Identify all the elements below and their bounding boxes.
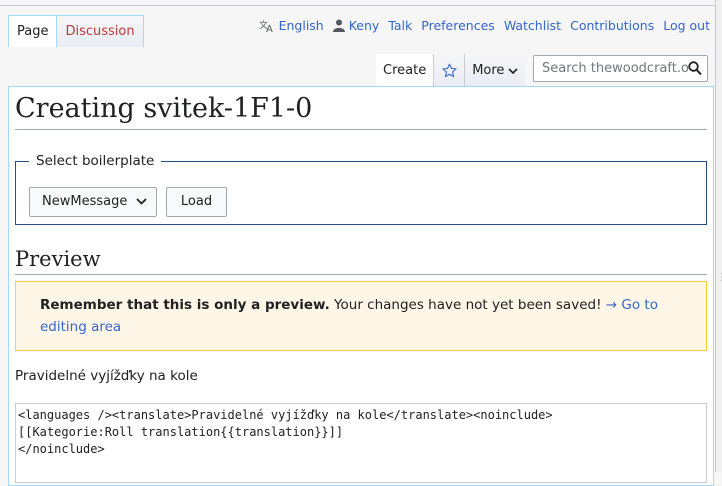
- boilerplate-legend: Select boilerplate: [36, 153, 155, 169]
- browser-top-edge: [0, 0, 722, 8]
- translate-icon: 文 A: [259, 19, 273, 33]
- tab-page[interactable]: Page: [8, 15, 58, 47]
- namespace-tabs: Page Discussion: [8, 15, 144, 47]
- preview-warning: Remember that this is only a preview. Yo…: [15, 281, 707, 351]
- load-button[interactable]: Load: [166, 187, 227, 217]
- star-icon: [442, 63, 457, 78]
- logout-link[interactable]: Log out: [663, 18, 710, 33]
- more-label: More: [472, 63, 505, 78]
- tab-create[interactable]: Create: [376, 54, 434, 87]
- search-input[interactable]: [540, 60, 692, 77]
- boilerplate-selected-value: NewMessage: [42, 194, 128, 209]
- chevron-down-icon: [136, 198, 147, 205]
- svg-text:A: A: [266, 24, 273, 33]
- contributions-link[interactable]: Contributions: [570, 18, 654, 33]
- search-box: [533, 55, 708, 82]
- warning-text: Your changes have not yet been saved!: [329, 297, 606, 313]
- warning-bold-text: Remember that this is only a preview.: [40, 297, 330, 313]
- content-area: Creating svitek-1F1-0 Select boilerplate…: [8, 86, 714, 486]
- resize-grip-icon[interactable]: ⋮: [717, 272, 722, 283]
- preview-heading: Preview: [15, 244, 707, 275]
- boilerplate-select[interactable]: NewMessage: [29, 187, 157, 217]
- user-item[interactable]: Keny: [332, 18, 380, 33]
- view-tabs: Create More: [376, 54, 526, 87]
- window-right-edge: ⋮: [715, 0, 722, 472]
- talk-link[interactable]: Talk: [388, 18, 412, 33]
- personal-tools: 文 A English Keny Talk Preferences Watchl…: [250, 18, 710, 33]
- preferences-link[interactable]: Preferences: [421, 18, 495, 33]
- watch-star-button[interactable]: [433, 54, 465, 87]
- chevron-down-icon: [508, 67, 519, 74]
- user-icon: [332, 19, 345, 32]
- preview-rendered-text: Pravidelné vyjížďky na kole: [15, 368, 198, 384]
- wikitext-editor[interactable]: <languages /><translate>Pravidelné vyjíž…: [15, 403, 707, 483]
- page-title: Creating svitek-1F1-0: [15, 91, 707, 130]
- user-link[interactable]: Keny: [349, 18, 380, 33]
- watchlist-link[interactable]: Watchlist: [504, 18, 561, 33]
- language-link[interactable]: English: [279, 18, 324, 33]
- boilerplate-fieldset: Select boilerplate NewMessage Load: [15, 153, 707, 225]
- language-item[interactable]: 文 A English: [259, 18, 324, 33]
- tab-discussion[interactable]: Discussion: [57, 15, 144, 47]
- more-menu-button[interactable]: More: [464, 54, 526, 87]
- search-icon[interactable]: [688, 61, 702, 76]
